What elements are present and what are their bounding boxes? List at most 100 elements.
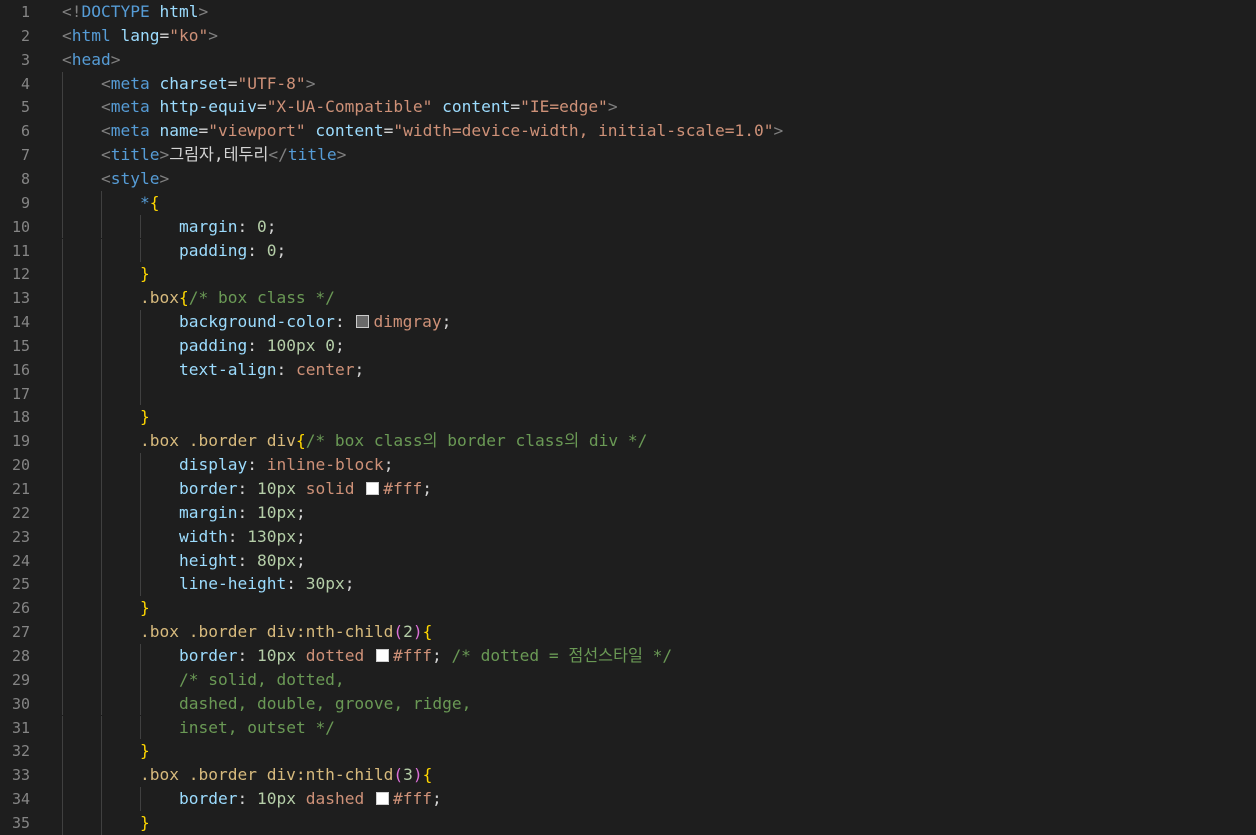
code-token: "width=device-width, initial-scale=1.0" xyxy=(393,121,774,141)
code-token: 10px xyxy=(256,479,296,498)
code-token: > xyxy=(208,25,218,45)
indent-guide xyxy=(62,500,63,525)
line-number: 3 xyxy=(20,50,30,69)
color-swatch-icon[interactable] xyxy=(375,648,389,662)
code-token: < xyxy=(62,25,72,45)
code-token: margin xyxy=(179,216,238,236)
indent-guide xyxy=(101,620,102,644)
code-token: > xyxy=(159,145,170,165)
code-token: 3 xyxy=(403,765,413,785)
indent-guide xyxy=(62,572,63,597)
indent-guide xyxy=(140,333,141,358)
code-token: charset xyxy=(149,73,228,93)
code-token: : xyxy=(237,789,257,809)
line-number: 20 xyxy=(11,456,30,475)
code-token: > xyxy=(110,49,121,69)
code-token: head xyxy=(71,49,111,69)
indent-guide xyxy=(62,333,63,358)
code-token: : xyxy=(247,335,267,355)
code-token: ) xyxy=(412,765,423,785)
code-line: <meta charset="UTF-8"> xyxy=(101,72,315,96)
code-token: > xyxy=(607,97,618,117)
indent-guide xyxy=(62,286,63,311)
code-line: padding: 0; xyxy=(179,239,286,263)
code-token: "viewport" xyxy=(208,121,306,141)
code-line: margin: 10px; xyxy=(179,501,306,525)
indent-guide xyxy=(101,810,102,835)
code-token: .box .border div:nth-child xyxy=(140,765,394,785)
indent-guide xyxy=(62,357,63,382)
code-token: http-equiv xyxy=(149,97,257,117)
indent-guide xyxy=(101,381,102,406)
code-line: } xyxy=(140,739,150,763)
code-line: border: 10px dashed #fff; xyxy=(179,787,442,811)
code-token: width xyxy=(179,526,228,546)
indent-guide xyxy=(101,596,102,621)
line-number-gutter: 1 2 3 4 5 6 7 8 9 10 11 12 13 14 15 16 17 18 19 20 21 22 23 24 2… xyxy=(0,0,60,832)
code-token: title xyxy=(287,145,337,165)
code-line: border: 10px solid #fff; xyxy=(179,477,432,501)
code-editor[interactable]: 1 2 3 4 5 6 7 8 9 10 11 12 13 14 15 16 17 18 19 20 21 22 23 24 2… xyxy=(0,0,1256,835)
code-token: ; xyxy=(431,789,442,809)
code-token: inset, outset */ xyxy=(179,717,335,737)
line-number: 14 xyxy=(11,313,30,332)
code-token: } xyxy=(140,407,150,427)
line-number: 31 xyxy=(11,718,30,737)
code-token: text-align xyxy=(179,359,277,379)
line-number: 35 xyxy=(11,813,30,832)
code-token: > xyxy=(305,73,316,93)
color-swatch-icon[interactable] xyxy=(366,482,380,495)
code-line: <!DOCTYPE html> xyxy=(62,0,208,24)
code-token: meta xyxy=(110,73,150,93)
line-number: 30 xyxy=(11,694,30,713)
indent-guide xyxy=(62,548,63,573)
code-line: <meta name="viewport" content="width=dev… xyxy=(101,119,783,143)
code-token: padding xyxy=(179,335,248,355)
line-number: 10 xyxy=(11,217,30,236)
color-swatch-icon[interactable] xyxy=(356,315,370,329)
code-token: html xyxy=(71,25,111,45)
indent-guide xyxy=(62,405,63,430)
code-token: : xyxy=(286,574,306,594)
code-token: 30px xyxy=(305,574,345,594)
code-line: <style> xyxy=(101,167,169,191)
code-token: ( xyxy=(393,622,404,642)
code-line: } xyxy=(140,405,150,429)
indent-guide xyxy=(101,429,102,454)
code-token: } xyxy=(140,812,150,832)
code-token: border xyxy=(179,789,238,809)
code-token: { xyxy=(422,765,433,785)
code-line: dashed, double, groove, ridge, xyxy=(179,692,471,716)
code-token: < xyxy=(101,97,111,117)
code-area[interactable]: <!DOCTYPE html> <html lang="ko"> <head> <me… xyxy=(62,0,1256,835)
code-token: > xyxy=(773,121,784,141)
indent-guide xyxy=(101,286,102,311)
code-token: : xyxy=(247,240,267,260)
code-line: background-color: dimgray; xyxy=(179,310,451,334)
code-token: ) xyxy=(412,622,423,642)
code-token: = xyxy=(198,121,209,141)
code-token: center xyxy=(295,359,355,379)
code-token: 10px xyxy=(256,502,296,522)
code-token: .box .border div xyxy=(140,431,296,451)
code-line: <html lang="ko"> xyxy=(62,24,218,48)
code-line: display: inline-block; xyxy=(179,453,393,477)
indent-guide xyxy=(140,667,141,692)
indent-guide xyxy=(62,238,63,263)
code-token: = xyxy=(227,73,238,93)
indent-guide xyxy=(62,166,63,191)
code-token: ; xyxy=(344,574,355,594)
code-token: : xyxy=(237,645,257,665)
code-token: dashed, double, groove, ridge, xyxy=(179,693,472,713)
code-line: inset, outset */ xyxy=(179,716,335,740)
line-number: 22 xyxy=(11,503,30,522)
color-swatch-icon[interactable] xyxy=(375,792,389,806)
code-token: lang xyxy=(110,25,160,45)
line-number: 25 xyxy=(11,575,30,594)
code-token: : xyxy=(237,502,257,522)
indent-guide xyxy=(101,691,102,716)
indent-guide xyxy=(62,715,63,740)
line-number: 2 xyxy=(20,26,30,45)
